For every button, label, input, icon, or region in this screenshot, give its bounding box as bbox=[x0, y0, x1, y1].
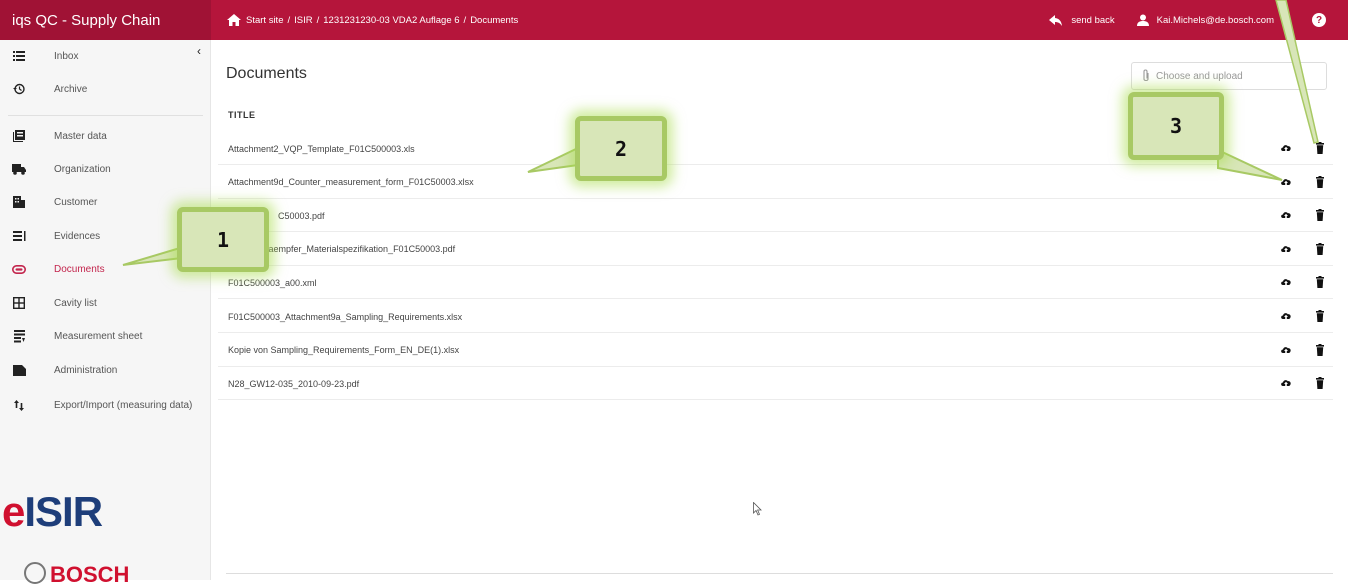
callout-1: 1 bbox=[177, 207, 269, 272]
callout-3: 3 bbox=[1128, 92, 1224, 160]
callout-3-pointer bbox=[1217, 148, 1283, 181]
callout-2: 2 bbox=[575, 116, 667, 181]
callout-1-pointer bbox=[122, 246, 184, 266]
callout-4-pointer bbox=[1275, 0, 1319, 144]
callout-2-pointer bbox=[527, 146, 579, 173]
mouse-cursor-icon bbox=[753, 502, 762, 516]
callout-pointers bbox=[122, 0, 1319, 266]
